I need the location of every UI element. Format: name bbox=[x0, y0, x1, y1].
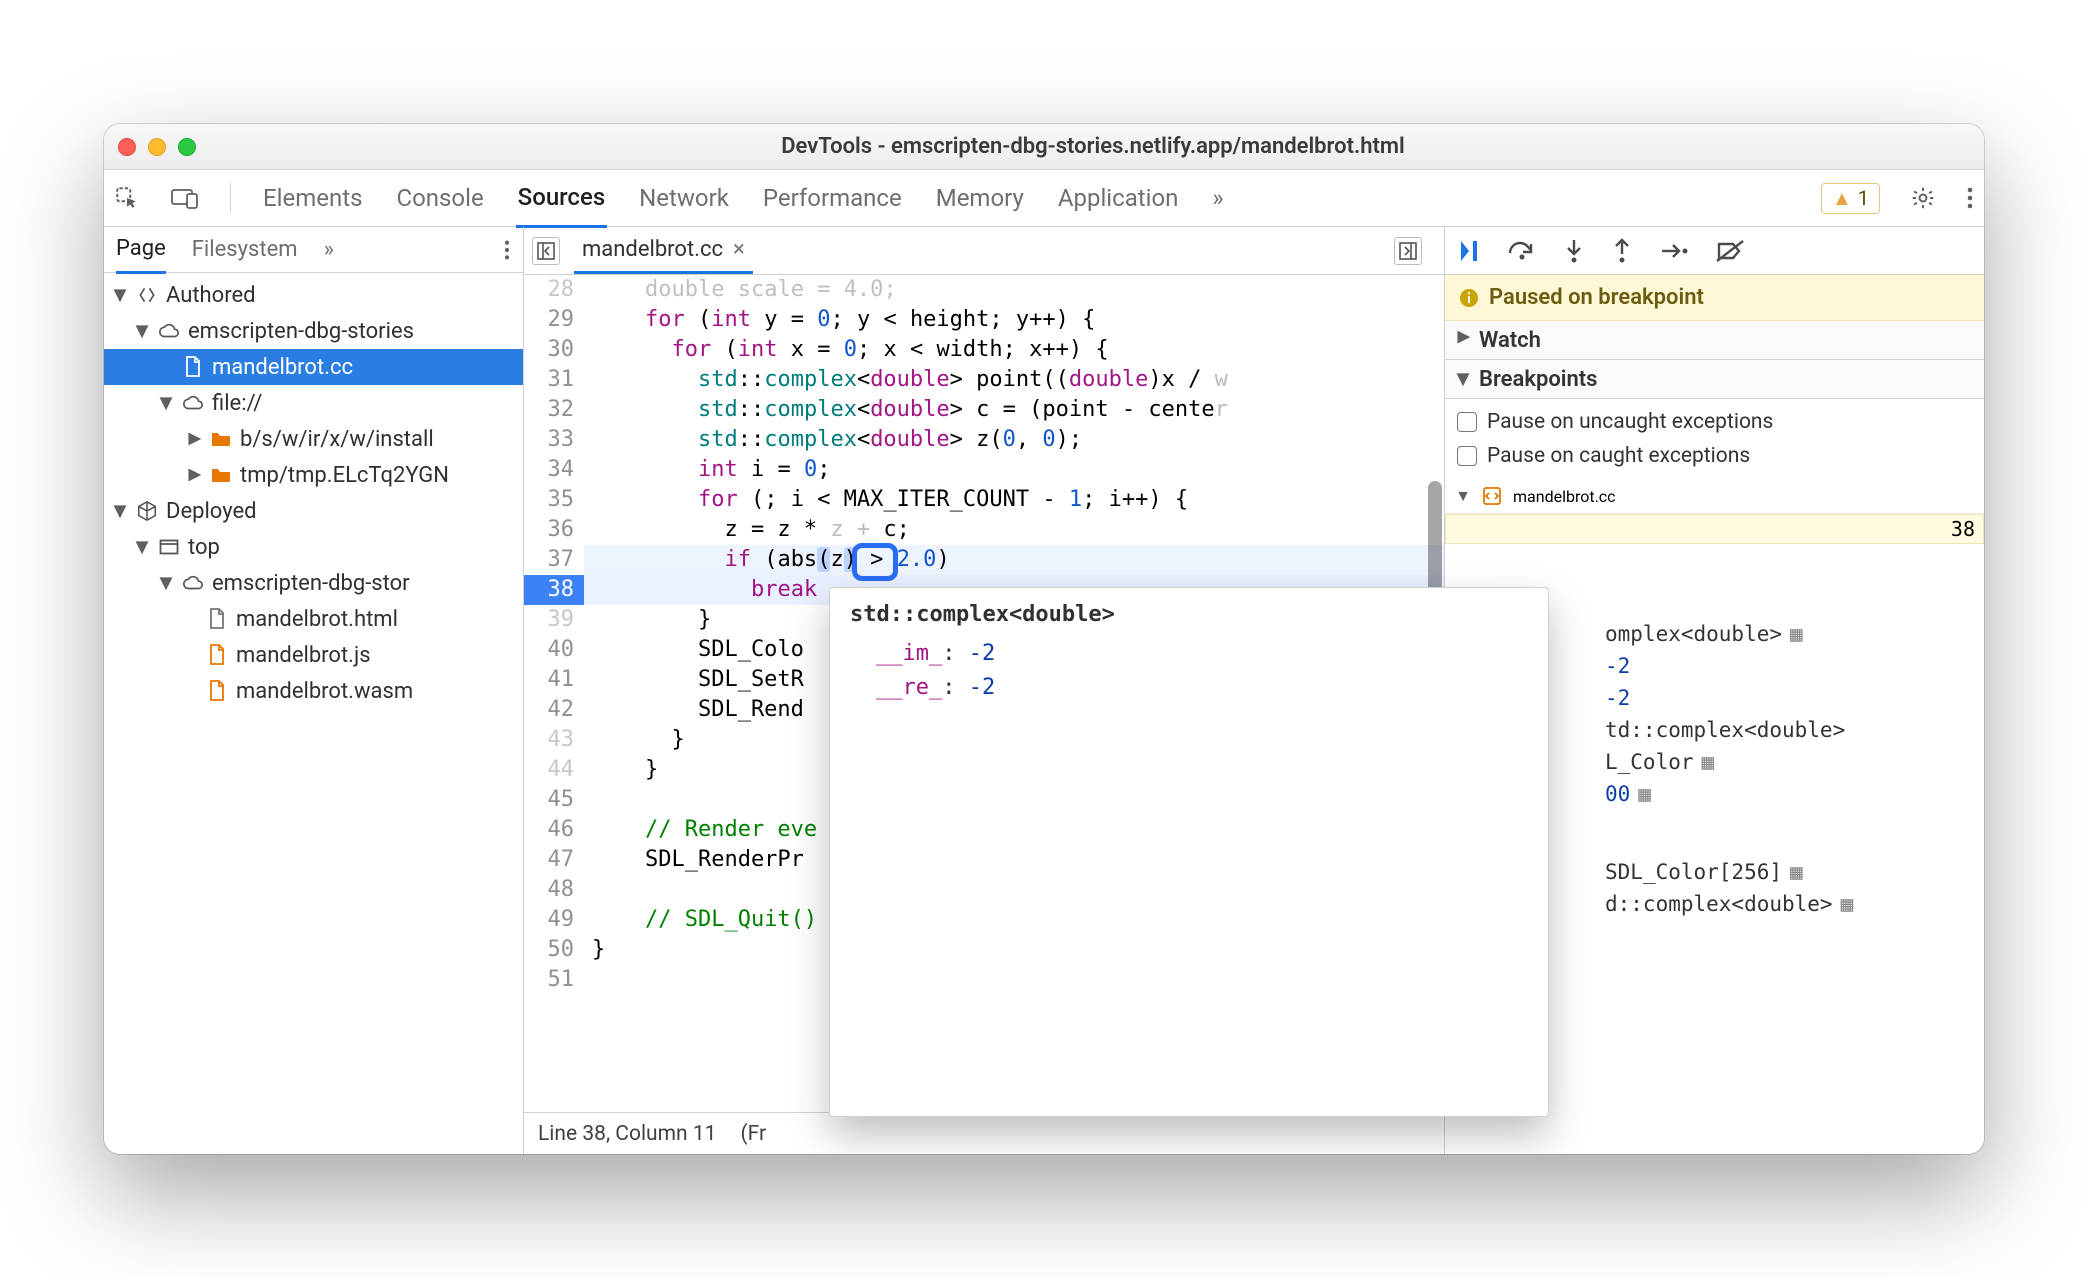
breakpoint-file-row[interactable]: ▼ mandelbrot.cc bbox=[1445, 479, 1984, 514]
navigator-pane: Page Filesystem » ▼ Authored ▼ emscripte… bbox=[104, 227, 524, 1154]
tab-network[interactable]: Network bbox=[637, 180, 731, 216]
file-icon bbox=[206, 644, 228, 666]
tree-file-mandelbrot-cc[interactable]: mandelbrot.cc bbox=[104, 349, 523, 385]
editor-statusbar: Line 38, Column 11 (Fr bbox=[524, 1112, 1444, 1154]
status-extra: (Fr bbox=[740, 1122, 766, 1146]
tree-deployed-root[interactable]: ▼ Deployed bbox=[104, 493, 523, 529]
tree-authored-root[interactable]: ▼ Authored bbox=[104, 277, 523, 313]
step-over-icon[interactable] bbox=[1507, 239, 1537, 263]
watch-panel-header[interactable]: ▼ Watch bbox=[1445, 321, 1984, 360]
minimize-window-button[interactable] bbox=[148, 138, 166, 156]
checkbox-icon[interactable] bbox=[1457, 446, 1477, 466]
tree-authored-domain[interactable]: ▼ emscripten-dbg-stories bbox=[104, 313, 523, 349]
content: Page Filesystem » ▼ Authored ▼ emscripte… bbox=[104, 227, 1984, 1154]
info-icon bbox=[1459, 288, 1479, 308]
warning-count: 1 bbox=[1858, 186, 1869, 210]
devtools-window: DevTools - emscripten-dbg-stories.netlif… bbox=[104, 124, 1984, 1154]
traffic-lights bbox=[118, 138, 196, 156]
tree-top-frame[interactable]: ▼ top bbox=[104, 529, 523, 565]
main-tabbar: Elements Console Sources Network Perform… bbox=[104, 170, 1984, 227]
step-icon[interactable] bbox=[1659, 239, 1689, 263]
file-tab-mandelbrot-cc[interactable]: mandelbrot.cc × bbox=[574, 227, 753, 274]
cursor-position: Line 38, Column 11 bbox=[538, 1122, 716, 1146]
cloud-icon bbox=[182, 392, 204, 414]
paused-banner: Paused on breakpoint bbox=[1445, 275, 1984, 321]
file-tab-bar: mandelbrot.cc × bbox=[524, 227, 1444, 275]
titlebar: DevTools - emscripten-dbg-stories.netlif… bbox=[104, 124, 1984, 170]
cloud-icon bbox=[182, 572, 204, 594]
tab-memory[interactable]: Memory bbox=[934, 180, 1026, 216]
toggle-debugger-icon[interactable] bbox=[1394, 237, 1422, 265]
warning-icon: ▲ bbox=[1832, 186, 1852, 211]
tree-folder-tmp[interactable]: ▼ tmp/tmp.ELcTq2YGN bbox=[104, 457, 523, 493]
tree-deployed-domain[interactable]: ▼ emscripten-dbg-stor bbox=[104, 565, 523, 601]
resume-icon[interactable] bbox=[1459, 239, 1481, 263]
inspect-icon[interactable] bbox=[114, 185, 140, 211]
navigator-tabs-overflow[interactable]: » bbox=[324, 237, 334, 262]
tab-elements[interactable]: Elements bbox=[261, 180, 364, 216]
toggle-navigator-icon[interactable] bbox=[532, 237, 560, 265]
navigator-more-icon[interactable] bbox=[503, 239, 511, 261]
cloud-icon bbox=[158, 320, 180, 342]
breakpoints-panel-body: Pause on uncaught exceptions Pause on ca… bbox=[1445, 399, 1984, 479]
tabs-overflow[interactable]: » bbox=[1210, 180, 1225, 216]
editor-pane: mandelbrot.cc × 28 293031323334353637 38… bbox=[524, 227, 1444, 1154]
step-into-icon[interactable] bbox=[1563, 238, 1585, 264]
file-icon bbox=[206, 680, 228, 702]
tooltip-title: std::complex<double> bbox=[850, 602, 1528, 627]
navigator-tab-page[interactable]: Page bbox=[116, 236, 166, 274]
tab-performance[interactable]: Performance bbox=[761, 180, 904, 216]
tree-folder-install[interactable]: ▼ b/s/w/ir/x/w/install bbox=[104, 421, 523, 457]
tab-sources[interactable]: Sources bbox=[516, 172, 608, 228]
file-icon bbox=[182, 356, 204, 378]
folder-icon bbox=[210, 464, 232, 486]
device-toolbar-icon[interactable] bbox=[170, 185, 200, 211]
frame-icon bbox=[158, 536, 180, 558]
code-editor[interactable]: 28 293031323334353637 38 39404142 434445… bbox=[524, 275, 1444, 1112]
issues-badge[interactable]: ▲ 1 bbox=[1821, 183, 1880, 214]
line-gutter[interactable]: 28 293031323334353637 38 39404142 434445… bbox=[524, 275, 584, 1112]
pause-caught-row[interactable]: Pause on caught exceptions bbox=[1457, 439, 1972, 473]
brackets-icon bbox=[136, 284, 158, 306]
tab-application[interactable]: Application bbox=[1056, 180, 1181, 216]
close-tab-icon[interactable]: × bbox=[733, 237, 745, 262]
tree-file-js[interactable]: mandelbrot.js bbox=[104, 637, 523, 673]
deactivate-breakpoints-icon[interactable] bbox=[1715, 239, 1745, 263]
navigator-tabs: Page Filesystem » bbox=[104, 227, 523, 273]
hover-token-highlight bbox=[852, 543, 898, 581]
checkbox-icon[interactable] bbox=[1457, 412, 1477, 432]
tree-file-wasm[interactable]: mandelbrot.wasm bbox=[104, 673, 523, 709]
source-file-icon bbox=[1481, 485, 1503, 507]
step-out-icon[interactable] bbox=[1611, 238, 1633, 264]
more-menu-icon[interactable] bbox=[1966, 186, 1974, 210]
file-tree[interactable]: ▼ Authored ▼ emscripten-dbg-stories mand… bbox=[104, 273, 523, 1154]
folder-icon bbox=[210, 428, 232, 450]
breakpoint-line-row[interactable]: 38 bbox=[1445, 514, 1984, 544]
tree-file-html[interactable]: mandelbrot.html bbox=[104, 601, 523, 637]
zoom-window-button[interactable] bbox=[178, 138, 196, 156]
navigator-tab-filesystem[interactable]: Filesystem bbox=[192, 237, 298, 262]
settings-icon[interactable] bbox=[1910, 185, 1936, 211]
tab-console[interactable]: Console bbox=[394, 180, 485, 216]
close-window-button[interactable] bbox=[118, 138, 136, 156]
breakpoints-panel-header[interactable]: ▼ Breakpoints bbox=[1445, 360, 1984, 399]
window-title: DevTools - emscripten-dbg-stories.netlif… bbox=[216, 134, 1970, 159]
deploy-icon bbox=[136, 500, 158, 522]
hover-tooltip: std::complex<double> __im_: -2 __re_: -2 bbox=[829, 587, 1549, 1117]
breakpoint-marker[interactable]: 38 bbox=[524, 575, 584, 605]
pause-uncaught-row[interactable]: Pause on uncaught exceptions bbox=[1457, 405, 1972, 439]
file-icon bbox=[206, 608, 228, 630]
debugger-controls bbox=[1445, 227, 1984, 275]
tree-file-scheme[interactable]: ▼ file:// bbox=[104, 385, 523, 421]
